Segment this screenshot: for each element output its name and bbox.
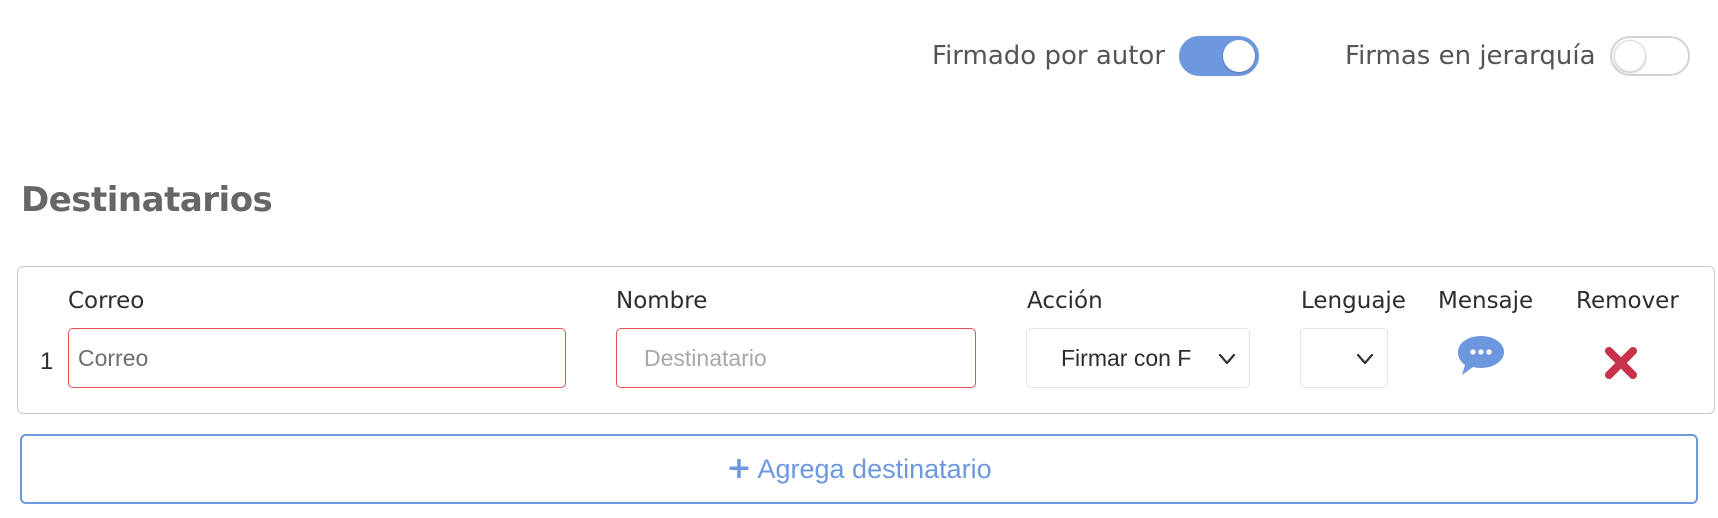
toggle-knob: [1223, 40, 1256, 72]
message-button[interactable]: [1456, 334, 1506, 378]
chevron-down-icon: [1218, 353, 1236, 365]
recipients-page: Firmado por autor Firmas en jerarquía De…: [0, 0, 1718, 518]
remove-recipient-button[interactable]: [1604, 346, 1638, 380]
close-x-icon: [1605, 347, 1637, 379]
plus-icon: +: [726, 451, 752, 486]
column-header-action: Acción: [1027, 288, 1103, 314]
toggle-knob: [1613, 40, 1646, 72]
email-input[interactable]: [68, 328, 566, 388]
action-select[interactable]: Firmar con F: [1026, 328, 1250, 388]
hierarchy-signatures-toggle-group: Firmas en jerarquía: [1345, 36, 1690, 76]
column-header-language: Lenguaje: [1301, 288, 1406, 314]
row-index: 1: [40, 348, 54, 375]
hierarchy-signatures-toggle[interactable]: [1609, 36, 1690, 76]
recipient-name-input[interactable]: [616, 328, 976, 388]
signed-by-author-toggle[interactable]: [1179, 36, 1260, 76]
column-header-remove: Remover: [1576, 288, 1679, 314]
hierarchy-signatures-label: Firmas en jerarquía: [1345, 41, 1596, 71]
column-header-message: Mensaje: [1438, 288, 1534, 314]
add-recipient-label: Agrega destinatario: [757, 453, 992, 484]
action-select-value: Firmar con F: [1061, 345, 1191, 371]
signed-by-author-toggle-group: Firmado por autor: [932, 36, 1260, 76]
chat-bubble-icon: [1458, 336, 1504, 375]
signed-by-author-label: Firmado por autor: [932, 41, 1166, 71]
language-select[interactable]: [1300, 328, 1388, 388]
add-recipient-button[interactable]: + Agrega destinatario: [20, 434, 1698, 504]
chevron-down-icon: [1356, 353, 1374, 365]
recipients-title: Destinatarios: [21, 180, 273, 220]
column-header-email: Correo: [68, 288, 145, 314]
column-header-name: Nombre: [616, 288, 708, 314]
